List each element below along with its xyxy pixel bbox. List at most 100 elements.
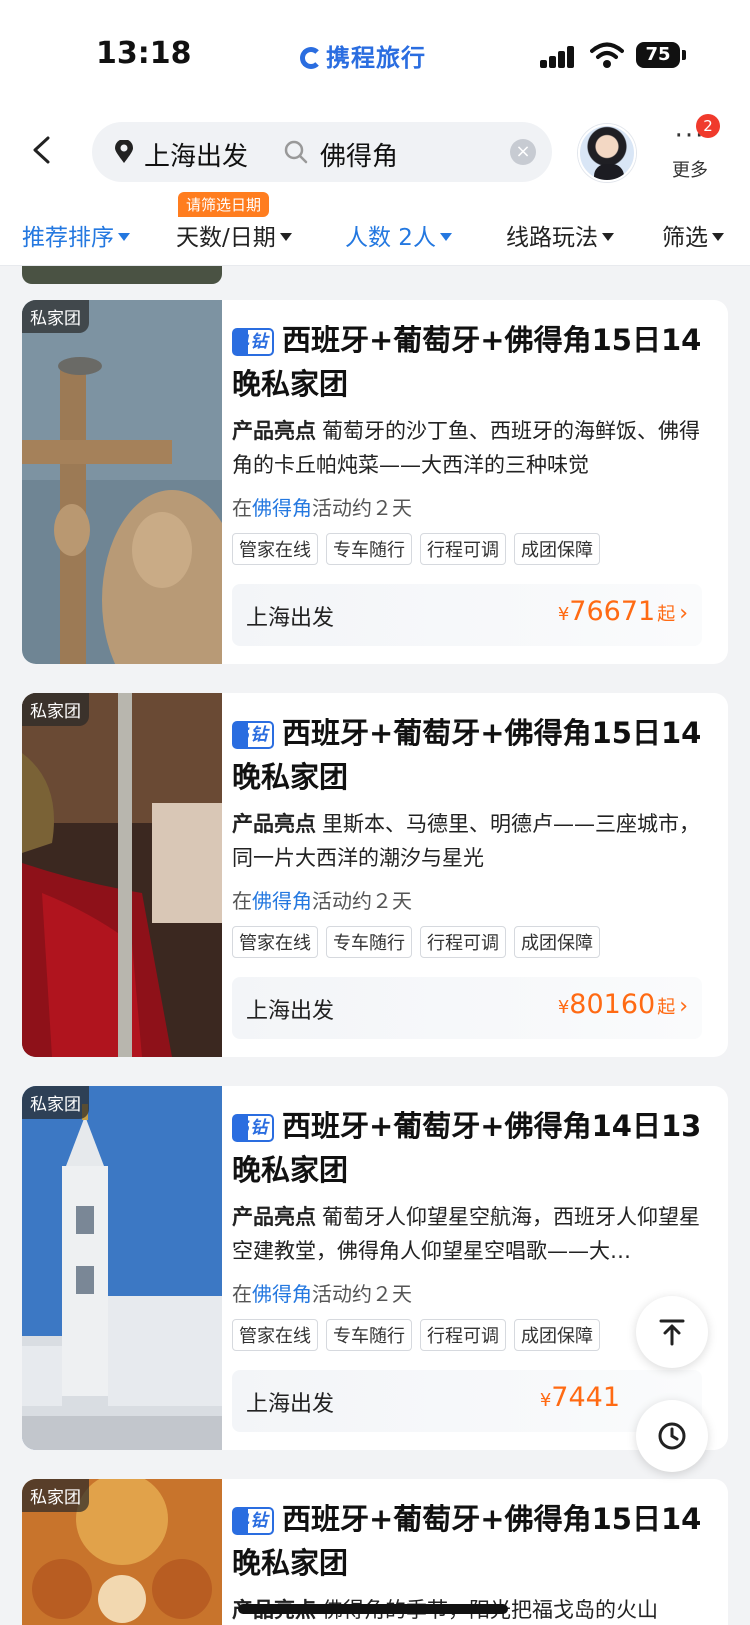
product-title-text: 西班牙+葡萄牙+佛得角14日13晚私家团 [232,1109,702,1187]
search-input[interactable]: 佛得角 [320,136,398,173]
departure-label: 上海出发 [246,1392,335,1417]
product-title[interactable]: 5钻 西班牙+葡萄牙+佛得角15日14晚私家团 [232,711,712,799]
activity-destination: 佛得角 [252,496,312,520]
private-tour-tag: 私家团 [22,1479,89,1512]
price-row[interactable]: 上海出发 ¥80160 起 › [232,977,702,1039]
battery-tip [682,50,686,60]
product-card[interactable]: 私家团 4钻 西班牙+葡萄牙+佛得角15日14晚私家团 产品亮点 葡萄牙的沙丁鱼、西… [22,300,728,664]
dropdown-caret-icon [439,233,452,241]
departure-label: 上海出发 [246,999,335,1024]
price-suffix: 起 [657,604,676,625]
filter-more[interactable]: 筛选 [662,218,724,252]
filter-bar: 请筛选日期 推荐排序 天数/日期 人数 2人 线路玩法 筛选 [0,192,750,266]
brand-mark-icon [300,47,322,69]
chip-butler: 管家在线 [232,533,318,565]
filter-more-label: 筛选 [662,225,708,251]
private-tour-tag: 私家团 [22,1086,89,1119]
diamond-rating-badge: 5钻 [232,721,274,749]
service-chips: 管家在线 专车随行 行程可调 成团保障 [232,926,712,958]
filter-days-date[interactable]: 天数/日期 [176,218,292,252]
price-row[interactable]: 上海出发 ¥76671 起 › [232,584,702,646]
highlight-label: 产品亮点 [232,1205,316,1229]
chip-guarantee: 成团保障 [514,1319,600,1351]
filter-people-label: 人数 2人 [345,225,436,251]
chevron-right-icon: › [679,601,688,626]
filter-sort[interactable]: 推荐排序 [22,218,130,252]
date-hint-tooltip: 请筛选日期 [178,192,270,217]
cellular-signal-icon [540,46,576,68]
price: ¥76671 起 › [558,596,688,627]
diamond-rating-badge: 4钻 [232,1507,274,1535]
brand-name: 携程旅行 [326,44,426,72]
product-highlight: 产品亮点 葡萄牙的沙丁鱼、西班牙的海鲜饭、佛得角的卡丘帕炖菜——大西洋的三种味觉 [232,414,712,482]
more-label: 更多 [672,160,708,181]
notification-badge: 2 [696,114,720,138]
search-header: 上海出发 佛得角 × ··· 更多 2 [0,100,750,200]
product-image-cross-statue: 私家团 [22,300,222,664]
price-value: 7441 [551,1382,620,1413]
home-indicator [238,1604,508,1614]
product-highlight: 产品亮点 里斯本、马德里、明德卢——三座城市，同一片大西洋的潮汐与星光 [232,807,712,875]
price-value: 80160 [569,989,656,1020]
activity-duration: 在佛得角活动约２天 [232,1278,712,1307]
price-suffix: 起 [657,997,676,1018]
wifi-icon [590,42,624,68]
currency-symbol: ¥ [557,997,570,1018]
status-time: 13:18 [96,36,192,71]
agent-avatar[interactable] [578,124,636,182]
filter-sort-label: 推荐排序 [22,225,114,251]
currency-symbol: ¥ [557,604,570,625]
activity-prefix: 在 [232,889,252,913]
product-title-text: 西班牙+葡萄牙+佛得角15日14晚私家团 [232,323,702,401]
clear-search-icon[interactable]: × [510,139,536,165]
price: ¥80160 起 › [558,989,688,1020]
back-chevron-icon[interactable] [28,136,56,164]
departure-label: 上海出发 [246,606,335,631]
battery-indicator: 75 [636,42,680,68]
dropdown-caret-icon [118,233,130,241]
product-image-religious-statue: 私家团 [22,693,222,1057]
highlight-label: 产品亮点 [232,419,316,443]
history-button[interactable] [636,1400,708,1472]
chip-guarantee: 成团保障 [514,533,600,565]
previous-card-thumbnail [22,266,222,284]
price-row[interactable]: 上海出发 ¥7441 [232,1370,702,1432]
activity-prefix: 在 [232,496,252,520]
history-clock-icon [658,1422,686,1450]
product-title[interactable]: 5钻 西班牙+葡萄牙+佛得角14日13晚私家团 [232,1104,712,1192]
price: ¥7441 [540,1382,622,1413]
chevron-right-icon: › [679,994,688,1019]
diamond-rating-badge: 5钻 [232,1114,274,1142]
chip-butler: 管家在线 [232,926,318,958]
product-highlight: 产品亮点 葡萄牙人仰望星空航海，西班牙人仰望星空建教堂，佛得角人仰望星空唱歌——大… [232,1200,712,1268]
chip-private-car: 专车随行 [326,1319,412,1351]
price-value: 76671 [569,596,656,627]
product-title[interactable]: 4钻 西班牙+葡萄牙+佛得角15日14晚私家团 [232,1497,712,1585]
chip-flexible: 行程可调 [420,1319,506,1351]
departure-city[interactable]: 上海出发 [144,136,248,173]
service-chips: 管家在线 专车随行 行程可调 成团保障 [232,533,712,565]
filter-people[interactable]: 人数 2人 [345,218,452,252]
status-bar: 13:18 携程旅行 75 [0,0,750,100]
highlight-label: 产品亮点 [232,812,316,836]
activity-suffix: 活动约２天 [312,496,412,520]
chip-private-car: 专车随行 [326,533,412,565]
search-bar[interactable]: 上海出发 佛得角 × [92,122,552,182]
activity-destination: 佛得角 [252,889,312,913]
more-button[interactable]: ··· 更多 2 [662,114,720,182]
chip-flexible: 行程可调 [420,533,506,565]
activity-suffix: 活动约２天 [312,889,412,913]
search-icon [284,140,308,164]
product-title[interactable]: 4钻 西班牙+葡萄牙+佛得角15日14晚私家团 [232,318,712,406]
filter-days-label: 天数/日期 [176,225,276,251]
product-card[interactable]: 私家团 5钻 西班牙+葡萄牙+佛得角15日14晚私家团 产品亮点 里斯本、马德里、明… [22,693,728,1057]
diamond-rating-badge: 4钻 [232,328,274,356]
back-to-top-button[interactable] [636,1296,708,1368]
brand-logo: 携程旅行 [300,38,426,73]
private-tour-tag: 私家团 [22,693,89,726]
activity-suffix: 活动约２天 [312,1282,412,1306]
product-card[interactable]: 私家团 5钻 西班牙+葡萄牙+佛得角14日13晚私家团 产品亮点 葡萄牙人仰望星空航… [22,1086,728,1450]
filter-route-type[interactable]: 线路玩法 [506,218,614,252]
activity-duration: 在佛得角活动约２天 [232,885,712,914]
product-title-text: 西班牙+葡萄牙+佛得角15日14晚私家团 [232,1502,702,1580]
